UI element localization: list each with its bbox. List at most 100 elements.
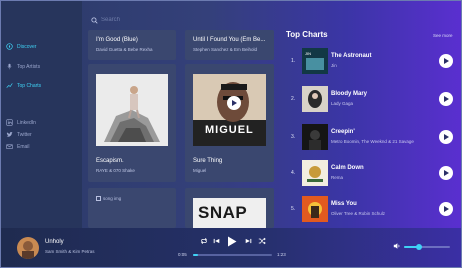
album-cover <box>96 74 168 146</box>
play-icon <box>232 100 238 106</box>
shuffle-icon <box>258 237 266 245</box>
play-button[interactable] <box>227 96 241 110</box>
sidebar-item-discover[interactable]: Discover <box>6 43 36 50</box>
chart-song-title: Bloody Mary <box>331 91 368 97</box>
play-button[interactable] <box>439 202 453 216</box>
song-card[interactable]: Escapism. RAYE & 070 Shake <box>88 64 176 182</box>
seek-bar-progress <box>193 254 198 256</box>
sidebar-item-linkedin[interactable]: LinkedIn <box>6 119 36 126</box>
sidebar-item-top-artists[interactable]: Top Artists <box>6 63 40 70</box>
chart-rank: 1. <box>291 58 296 64</box>
song-card[interactable]: I'm Good (Blue) David Guetta & Bebe Rexh… <box>88 30 176 60</box>
shuffle-button[interactable] <box>258 237 266 245</box>
song-artist: RAYE & 070 Shake <box>96 168 135 173</box>
player-bar: Unholy Sam Smith & Kim Petras 0:05 1:23 <box>0 228 462 268</box>
volume-icon <box>393 242 401 250</box>
sidebar-item-label: Twitter <box>17 131 32 138</box>
app-window: Discover Top Artists Top Charts LinkedIn… <box>0 0 462 268</box>
play-button[interactable] <box>439 130 453 144</box>
chart-song-title: Creepin' <box>331 129 355 135</box>
play-button[interactable] <box>439 92 453 106</box>
chart-rank: 3. <box>291 134 296 140</box>
song-artist: Miguel <box>193 168 207 173</box>
repeat-icon <box>200 237 208 245</box>
volume-slider-handle[interactable] <box>415 244 422 250</box>
song-title: Sure Thing <box>193 158 223 164</box>
duration-time: 1:23 <box>277 252 286 257</box>
next-button[interactable] <box>245 237 252 245</box>
sidebar-item-label: LinkedIn <box>17 119 36 126</box>
compass-icon <box>6 43 13 50</box>
sidebar-item-label: Discover <box>17 43 37 50</box>
sidebar-item-label: Top Charts <box>17 82 42 89</box>
see-more-link[interactable]: See more <box>433 33 453 38</box>
now-playing-artist: Sam Smith & Kim Petras <box>45 249 95 254</box>
play-icon <box>227 236 237 247</box>
search-icon <box>91 11 98 29</box>
play-button[interactable] <box>439 166 453 180</box>
sidebar: Discover Top Artists Top Charts LinkedIn… <box>0 0 82 228</box>
sidebar-item-top-charts[interactable]: Top Charts <box>6 82 41 89</box>
elapsed-time: 0:05 <box>178 252 187 257</box>
twitter-icon <box>6 131 13 138</box>
song-title: Escapism. <box>96 158 124 164</box>
volume-slider[interactable] <box>404 244 450 250</box>
chart-song-artist: Metro Boomin, The Weeknd & 21 Savage <box>331 139 414 144</box>
chart-row[interactable]: 4. Calm Down Rema <box>289 160 453 188</box>
album-cover: SNAP <box>193 198 266 228</box>
song-title: I'm Good (Blue) <box>96 37 138 43</box>
svg-text:JIN: JIN <box>305 51 311 56</box>
skip-back-icon <box>213 237 220 245</box>
chart-cover: JIN <box>302 48 328 74</box>
play-button[interactable] <box>439 54 453 68</box>
sidebar-item-email[interactable]: Email <box>6 143 30 150</box>
song-title: Until I Found You (Em Be... <box>193 37 266 43</box>
chart-cover <box>302 86 328 112</box>
chart-song-artist: Oliver Tree & Robin Schulz <box>331 211 386 216</box>
volume-button[interactable] <box>393 242 401 250</box>
chart-song-artist: Jin <box>331 63 337 68</box>
song-artist: Stephen Sanchez & Em Beihold <box>193 47 258 52</box>
song-card[interactable]: song img <box>88 188 176 228</box>
skip-forward-icon <box>245 237 252 245</box>
chart-song-title: The Astronaut <box>331 53 372 59</box>
chart-song-artist: Rema <box>331 175 344 180</box>
search-input[interactable] <box>101 17 221 23</box>
chart-row[interactable]: 1. JIN The Astronaut Jin <box>289 48 453 76</box>
broken-image: song img <box>96 196 121 201</box>
chart-song-title: Calm Down <box>331 165 364 171</box>
now-playing-cover <box>17 237 39 259</box>
album-cover-text: SNAP <box>198 203 248 222</box>
image-alt-text: song img <box>103 196 122 201</box>
chart-song-title: Miss You <box>331 201 357 207</box>
search-bar <box>91 11 221 29</box>
song-card[interactable]: MIGUEL Sure Thing Miguel <box>185 64 274 182</box>
broken-image-icon <box>96 196 101 201</box>
chart-row[interactable]: 5. Miss You Oliver Tree & Robin Schulz <box>289 196 453 224</box>
seek-bar[interactable] <box>193 254 272 256</box>
top-charts-title: Top Charts <box>286 30 328 39</box>
previous-button[interactable] <box>213 237 220 245</box>
sidebar-item-twitter[interactable]: Twitter <box>6 131 32 138</box>
chart-cover <box>302 124 328 150</box>
email-icon <box>6 143 13 150</box>
chart-song-artist: Lady Gaga <box>331 101 354 106</box>
play-pause-button[interactable] <box>227 236 237 247</box>
song-artist: David Guetta & Bebe Rexha <box>96 47 153 52</box>
now-playing-title: Unholy <box>45 239 64 245</box>
song-card[interactable]: SNAP <box>185 188 274 228</box>
song-card[interactable]: Until I Found You (Em Be... Stephen Sanc… <box>185 30 274 60</box>
repeat-button[interactable] <box>200 237 208 245</box>
chart-cover <box>302 196 328 222</box>
sidebar-item-label: Email <box>17 143 30 150</box>
chart-rank: 2. <box>291 96 296 102</box>
album-cover: MIGUEL <box>193 74 266 146</box>
linkedin-icon <box>6 119 13 126</box>
chart-icon <box>6 82 13 89</box>
chart-rank: 4. <box>291 170 296 176</box>
chart-row[interactable]: 2. Bloody Mary Lady Gaga <box>289 86 453 114</box>
mic-icon <box>6 63 13 70</box>
chart-row[interactable]: 3. Creepin' Metro Boomin, The Weeknd & 2… <box>289 124 453 152</box>
sidebar-item-label: Top Artists <box>17 63 41 70</box>
album-cover-text: MIGUEL <box>205 124 254 136</box>
